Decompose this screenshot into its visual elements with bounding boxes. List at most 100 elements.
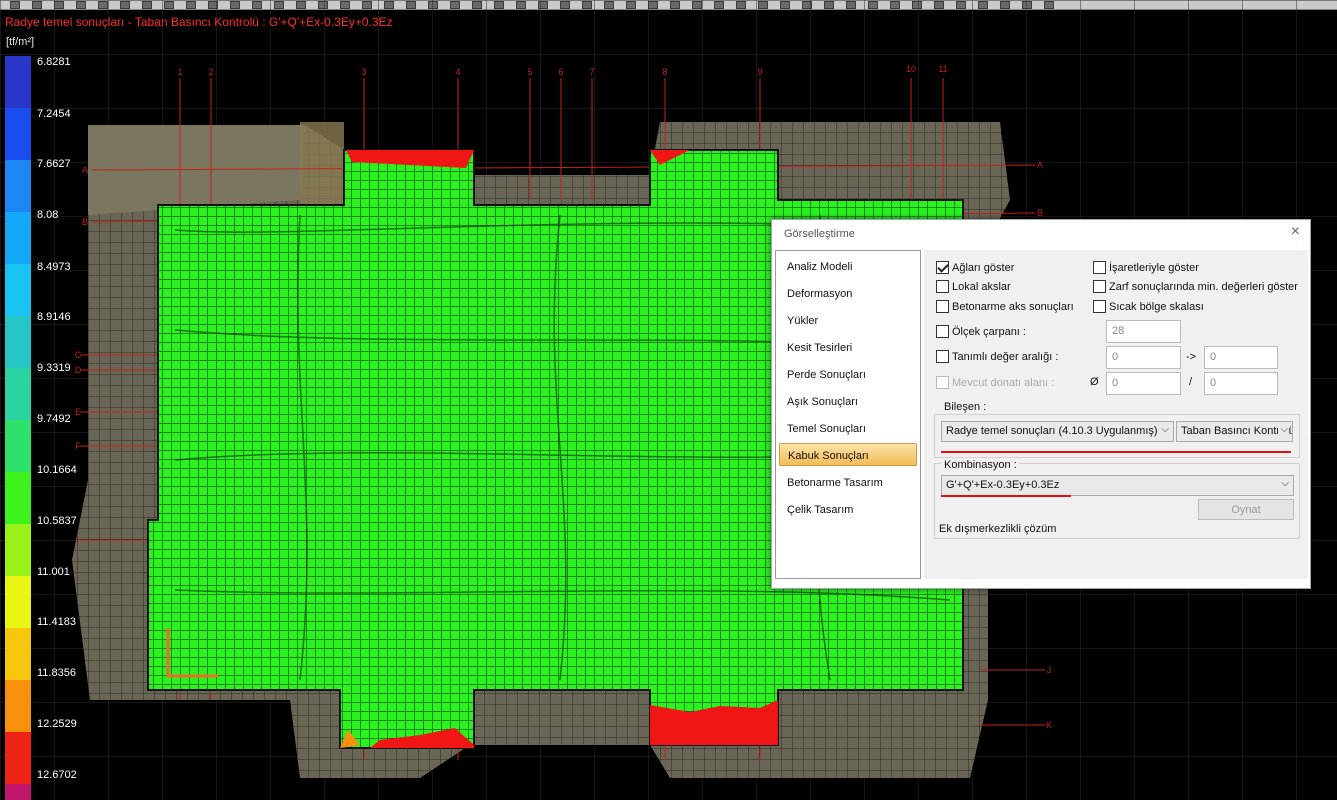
nav-item-asik-sonuclari[interactable]: Aşık Sonuçları	[779, 390, 917, 413]
color-legend: 6.8281 7.2454 7.6627 8.08 8.4973 8.9146 …	[5, 56, 77, 800]
legend-swatch	[5, 108, 31, 160]
axis-label: 9	[757, 67, 762, 77]
bilesen-select-1[interactable]: Radye temel sonuçları (4.10.3 Uygulanmış…	[941, 421, 1174, 442]
legend-value: 7.6627	[37, 158, 71, 170]
select-value: G'+Q'+Ex-0.3Ey+0.3Ez	[946, 479, 1060, 491]
legend-value: 11.8356	[37, 667, 76, 679]
legend-value: 10.5837	[37, 515, 77, 527]
legend-swatch	[5, 576, 31, 628]
axis-label: E	[75, 407, 81, 417]
nav-item-kesit-tesirleri[interactable]: Kesit Tesirleri	[779, 336, 917, 359]
category-list: Analiz Modeli Deformasyon Yükler Kesit T…	[775, 250, 921, 579]
legend-swatch	[5, 368, 31, 420]
axis-label: J	[1047, 665, 1052, 675]
range-arrow: ->	[1186, 351, 1197, 363]
sicak-bolge-checkbox[interactable]: Sıcak bölge skalası	[1093, 300, 1204, 313]
legend-value: 11.4183	[37, 616, 76, 628]
chevron-down-icon: ⌵	[1281, 478, 1289, 489]
axis-label: 7	[589, 67, 594, 77]
axis-label: I	[77, 535, 80, 545]
axis-label: 11	[938, 64, 947, 74]
checkbox-icon[interactable]	[1093, 261, 1106, 274]
checkbox-icon[interactable]	[1093, 300, 1106, 313]
nav-item-perde-sonuclari[interactable]: Perde Sonuçları	[779, 363, 917, 386]
axis-label: 8	[662, 67, 667, 77]
axis-label: D	[75, 365, 82, 375]
nav-item-celik-tasarim[interactable]: Çelik Tasarım	[779, 498, 917, 521]
legend-unit: [tf/m²]	[6, 36, 35, 48]
aglari-goster-checkbox[interactable]: Ağları göster	[936, 261, 1014, 274]
legend-value: 8.9146	[37, 311, 71, 323]
chevron-down-icon: ⌵	[1278, 424, 1288, 435]
kombinasyon-label: Kombinasyon :	[942, 459, 1019, 471]
lokal-akslar-checkbox[interactable]: Lokal akslar	[936, 280, 1011, 293]
legend-swatch	[5, 160, 31, 212]
legend-swatch	[5, 628, 31, 680]
legend-value: 9.3319	[37, 362, 71, 374]
legend-value: 12.2529	[37, 718, 77, 730]
red-underline	[941, 495, 1071, 497]
axis-label: 10	[906, 64, 916, 74]
legend-value: 10.1664	[37, 464, 77, 476]
checkbox-label: İşaretleriyle göster	[1109, 261, 1199, 274]
legend-swatch	[5, 472, 31, 524]
checkbox-icon[interactable]	[936, 350, 949, 363]
mevcut-donati-checkbox[interactable]: Mevcut donatı alanı :	[936, 376, 1054, 389]
close-icon[interactable]: ×	[1291, 223, 1300, 241]
legend-value: 11.001	[37, 566, 70, 578]
axis-label: F	[75, 441, 81, 451]
eccentric-solution-label: Ek dışmerkezlikli çözüm	[939, 523, 1057, 535]
checkbox-label: Zarf sonuçlarında min. değerleri göster	[1109, 280, 1298, 293]
options-panel: Ağları göster Lokal akslar Betonarme aks…	[924, 250, 1308, 579]
axis-label: 6	[558, 67, 563, 77]
dialog-title: Görselleştirme	[784, 228, 855, 240]
range-to-input[interactable]: 0	[1204, 346, 1278, 369]
checkbox-checked-icon[interactable]	[936, 261, 949, 274]
tanimli-deger-checkbox[interactable]: Tanımlı değer aralığı :	[936, 350, 1058, 363]
diameter-input[interactable]: 0	[1106, 372, 1181, 395]
checkbox-icon[interactable]	[936, 325, 949, 338]
checkbox-icon[interactable]	[936, 300, 949, 313]
play-button[interactable]: Oynat	[1198, 499, 1294, 520]
betonarme-aks-checkbox[interactable]: Betonarme aks sonuçları	[936, 300, 1074, 313]
red-underline	[941, 451, 1291, 453]
olcek-carpani-checkbox[interactable]: Ölçek çarpanı :	[936, 325, 1026, 338]
axis-label: A	[1037, 160, 1043, 170]
axis-label: B	[82, 217, 88, 227]
chevron-down-icon: ⌵	[1161, 424, 1169, 435]
checkbox-label: Tanımlı değer aralığı :	[952, 350, 1059, 363]
kombinasyon-select[interactable]: G'+Q'+Ex-0.3Ey+0.3Ez ⌵	[941, 475, 1294, 496]
nav-item-deformasyon[interactable]: Deformasyon	[779, 282, 917, 305]
bilesen-select-2[interactable]: Taban Basıncı Kontrolü ⌵	[1176, 421, 1293, 442]
legend-value: 7.2454	[37, 108, 71, 120]
legend-swatch	[5, 316, 31, 368]
legend-swatch	[5, 56, 31, 108]
isaretleriyle-checkbox[interactable]: İşaretleriyle göster	[1093, 261, 1199, 274]
checkbox-icon[interactable]	[1093, 280, 1106, 293]
nav-item-kabuk-sonuclari[interactable]: Kabuk Sonuçları	[779, 443, 917, 466]
select-value: Taban Basıncı Kontrolü	[1181, 425, 1293, 437]
axis-label: 5	[527, 67, 532, 77]
legend-value: 12.6702	[37, 769, 77, 781]
legend-swatch	[5, 680, 31, 732]
axis-label: K	[1046, 720, 1052, 730]
legend-value: 8.08	[37, 209, 59, 221]
checkbox-icon[interactable]	[936, 376, 949, 389]
range-from-input[interactable]: 0	[1106, 346, 1181, 369]
axis-label: 1	[177, 67, 182, 77]
visualization-dialog: Görselleştirme × Analiz Modeli Deformasy…	[771, 219, 1311, 589]
zarf-min-checkbox[interactable]: Zarf sonuçlarında min. değerleri göster	[1093, 280, 1298, 293]
axis-label: B	[1037, 208, 1043, 218]
checkbox-label: Lokal akslar	[952, 280, 1011, 293]
nav-item-betonarme-tasarim[interactable]: Betonarme Tasarım	[779, 471, 917, 494]
nav-item-yukler[interactable]: Yükler	[779, 309, 917, 332]
nav-item-analiz-modeli[interactable]: Analiz Modeli	[779, 255, 917, 278]
spacing-input[interactable]: 0	[1204, 372, 1278, 395]
legend-value: 6.8281	[37, 56, 71, 68]
view-title: Radye temel sonuçları - Taban Basıncı Ko…	[5, 15, 393, 29]
axis-label: C	[75, 350, 82, 360]
checkbox-icon[interactable]	[936, 280, 949, 293]
nav-item-temel-sonuclari[interactable]: Temel Sonuçları	[779, 417, 917, 440]
legend-swatch	[5, 732, 31, 784]
olcek-carpani-input[interactable]: 28	[1106, 320, 1181, 343]
